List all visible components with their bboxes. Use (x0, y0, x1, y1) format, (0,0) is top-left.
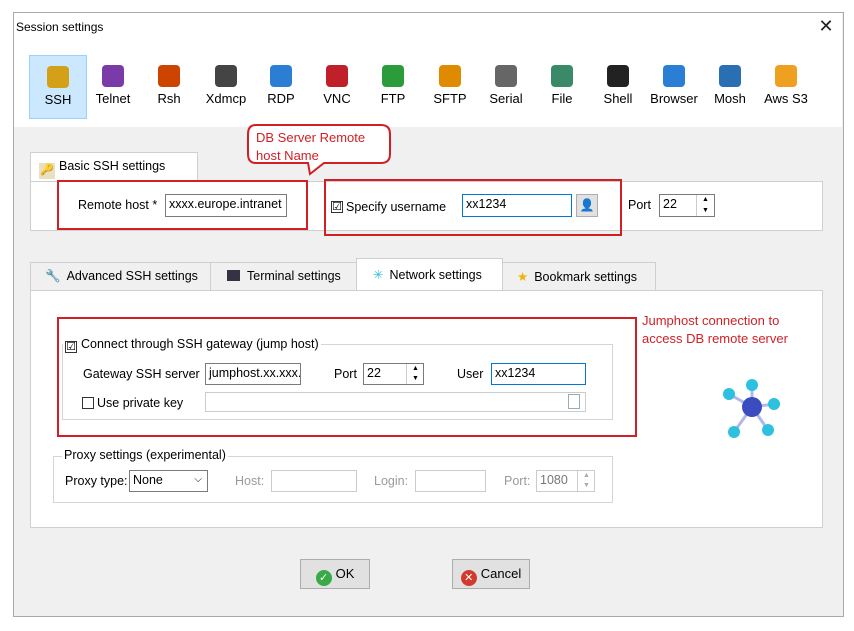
window-title: Session settings (16, 20, 104, 34)
rsh-icon (158, 65, 180, 87)
annotation-jumphost-note: Jumphost connection to access DB remote … (642, 313, 788, 346)
sftp-icon (439, 65, 461, 87)
terminal-icon (227, 270, 240, 281)
port-label: Port (628, 198, 651, 212)
proxy-host-input[interactable] (271, 470, 357, 492)
tab-advanced-ssh-settings[interactable]: 🔧 Advanced SSH settings (30, 262, 211, 291)
port-spinner[interactable]: ▲ ▼ (696, 195, 714, 216)
cancel-button[interactable]: ✕ Cancel (452, 559, 530, 589)
protocol-ftp[interactable]: FTP (366, 55, 420, 117)
protocol-aws-s3[interactable]: Aws S3 (759, 55, 813, 117)
tab-network-settings[interactable]: ✳ Network settings (356, 258, 503, 292)
xdmcp-icon (215, 65, 237, 87)
proxy-port-label: Port: (504, 474, 531, 488)
star-icon: ★ (517, 270, 529, 284)
check-icon: ✓ (315, 570, 332, 586)
protocol-ssh[interactable]: SSH (29, 55, 87, 119)
protocol-shell[interactable]: Shell (591, 55, 645, 117)
proxy-login-label: Login: (374, 474, 409, 488)
ftp-icon (382, 65, 404, 87)
proxy-group-title: Proxy settings (experimental) (62, 448, 228, 462)
tab-terminal-settings[interactable]: Terminal settings (210, 262, 357, 291)
annotation-box-gateway (57, 317, 637, 437)
rdp-icon (270, 65, 292, 87)
protocol-rsh[interactable]: Rsh (142, 55, 196, 117)
close-icon[interactable]: ✕ (817, 17, 835, 35)
tab-bookmark-settings[interactable]: ★ Bookmark settings (502, 262, 656, 291)
protocol-label: Serial (489, 91, 523, 106)
protocol-sftp[interactable]: SFTP (423, 55, 477, 117)
protocol-label: Xdmcp (205, 91, 247, 106)
telnet-icon (102, 65, 124, 87)
protocol-label: Rsh (157, 91, 181, 106)
protocol-label: RDP (267, 91, 295, 106)
tab-basic-ssh-settings[interactable]: 🔑 Basic SSH settings (30, 152, 198, 182)
protocol-label: VNC (323, 91, 351, 106)
annotation-box-username (324, 179, 622, 236)
chevron-down-icon: ⌵ (194, 474, 202, 485)
serial-icon (495, 65, 517, 87)
proxy-host-label: Host: (235, 474, 265, 488)
protocol-serial[interactable]: Serial (479, 55, 533, 117)
annotation-box-remote-host (57, 180, 308, 230)
protocol-label: Mosh (714, 91, 746, 106)
shell-icon (607, 65, 629, 87)
protocol-label: Browser (650, 91, 698, 106)
protocol-label: Aws S3 (764, 91, 808, 106)
proxy-type-select[interactable]: None ⌵ (129, 470, 208, 492)
protocol-label: SSH (44, 92, 72, 107)
protocol-mosh[interactable]: Mosh (703, 55, 757, 117)
proxy-login-input[interactable] (415, 470, 486, 492)
vnc-icon (326, 65, 348, 87)
network-illustration-icon (723, 379, 780, 438)
protocol-label: Telnet (95, 91, 131, 106)
browser-icon (663, 65, 685, 87)
protocol-browser[interactable]: Browser (647, 55, 701, 117)
wrench-icon: 🔧 (45, 269, 61, 283)
annotation-db-note: DB Server Remote host Name (256, 130, 366, 163)
cancel-icon: ✕ (460, 570, 477, 586)
protocol-label: FTP (380, 91, 406, 106)
protocol-label: File (551, 91, 573, 106)
proxy-port-spinner[interactable]: ▲ ▼ (577, 471, 595, 491)
protocol-telnet[interactable]: Telnet (86, 55, 140, 117)
protocol-rdp[interactable]: RDP (254, 55, 308, 117)
mosh-icon (719, 65, 741, 87)
protocol-xdmcp[interactable]: Xdmcp (199, 55, 253, 117)
network-icon: ✳ (373, 268, 384, 282)
protocol-label: SFTP (433, 91, 467, 106)
title-bar (14, 13, 842, 43)
ssh-key-icon: 🔑 (39, 163, 55, 179)
proxy-type-label: Proxy type: (65, 474, 128, 488)
protocol-label: Shell (603, 91, 633, 106)
ssh-key-icon (47, 66, 69, 88)
protocol-file[interactable]: File (535, 55, 589, 117)
file-icon (551, 65, 573, 87)
protocol-vnc[interactable]: VNC (310, 55, 364, 117)
ok-button[interactable]: ✓ OK (300, 559, 370, 589)
aws-s3-icon (775, 65, 797, 87)
